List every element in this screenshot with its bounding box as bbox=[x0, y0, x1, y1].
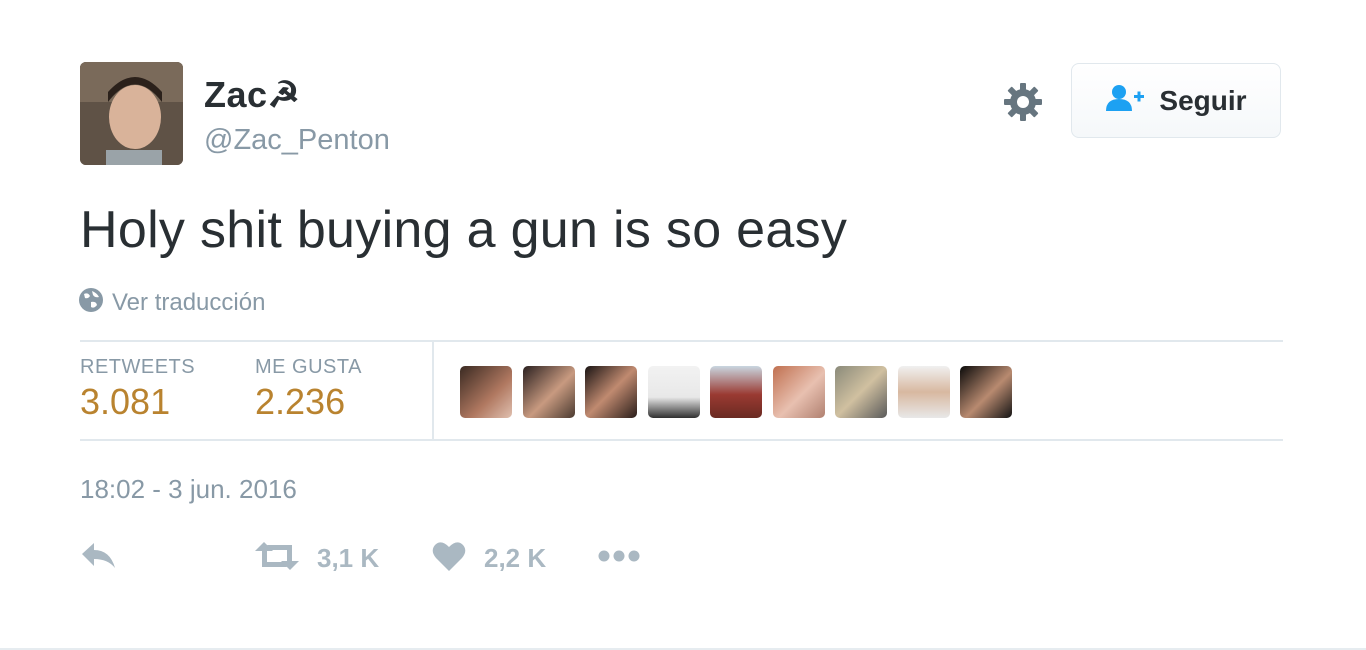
retweet-icon bbox=[255, 540, 299, 577]
favoriter-avatar[interactable] bbox=[960, 366, 1012, 418]
translate-link[interactable]: Ver traducción bbox=[78, 287, 265, 318]
favoriter-avatar[interactable] bbox=[647, 366, 700, 418]
more-button[interactable] bbox=[597, 540, 641, 577]
retweets-label: RETWEETS bbox=[80, 356, 196, 378]
more-icon bbox=[597, 540, 641, 577]
retweet-count: 3,1 K bbox=[317, 543, 380, 573]
like-button[interactable]: 2,2 K bbox=[432, 540, 546, 577]
reply-icon bbox=[80, 540, 118, 577]
favoriters-list bbox=[460, 366, 1023, 418]
retweets-stat[interactable]: RETWEETS 3.081 bbox=[80, 356, 195, 423]
favoriter-avatar[interactable] bbox=[772, 366, 825, 418]
tweet-timestamp[interactable]: 18:02 - 3 jun. 2016 bbox=[80, 474, 297, 505]
favoriter-avatar[interactable] bbox=[585, 366, 637, 418]
gear-icon[interactable] bbox=[1003, 82, 1043, 122]
favoriter-avatar[interactable] bbox=[522, 366, 575, 418]
avatar[interactable] bbox=[80, 62, 183, 165]
likes-label: ME GUSTA bbox=[255, 356, 362, 378]
reply-button[interactable] bbox=[80, 540, 118, 577]
translate-label: Ver traducción bbox=[112, 288, 266, 316]
tweet-text: Holy shit buying a gun is so easy bbox=[80, 201, 848, 259]
favoriter-avatar[interactable] bbox=[710, 366, 762, 418]
favoriter-avatar[interactable] bbox=[460, 366, 512, 418]
favoriter-avatar[interactable] bbox=[897, 366, 950, 418]
tweet-stats: RETWEETS 3.081 ME GUSTA 2.236 bbox=[80, 340, 1283, 441]
favoriter-avatar[interactable] bbox=[835, 366, 887, 418]
likes-value: 2.236 bbox=[255, 381, 346, 422]
retweet-button[interactable]: 3,1 K bbox=[255, 540, 379, 577]
globe-icon bbox=[78, 287, 104, 318]
display-name[interactable]: Zac☭ bbox=[204, 74, 300, 116]
add-person-icon bbox=[1105, 83, 1145, 118]
follow-button-label: Seguir bbox=[1159, 84, 1247, 116]
retweets-value: 3.081 bbox=[80, 381, 171, 422]
likes-stat[interactable]: ME GUSTA 2.236 bbox=[255, 356, 362, 423]
tweet-actions: 3,1 K 2,2 K bbox=[80, 540, 780, 580]
heart-icon bbox=[432, 540, 466, 577]
like-count: 2,2 K bbox=[484, 543, 547, 573]
stats-divider bbox=[432, 342, 434, 440]
follow-button[interactable]: Seguir bbox=[1071, 63, 1281, 138]
user-handle[interactable]: @Zac_Penton bbox=[204, 124, 390, 157]
